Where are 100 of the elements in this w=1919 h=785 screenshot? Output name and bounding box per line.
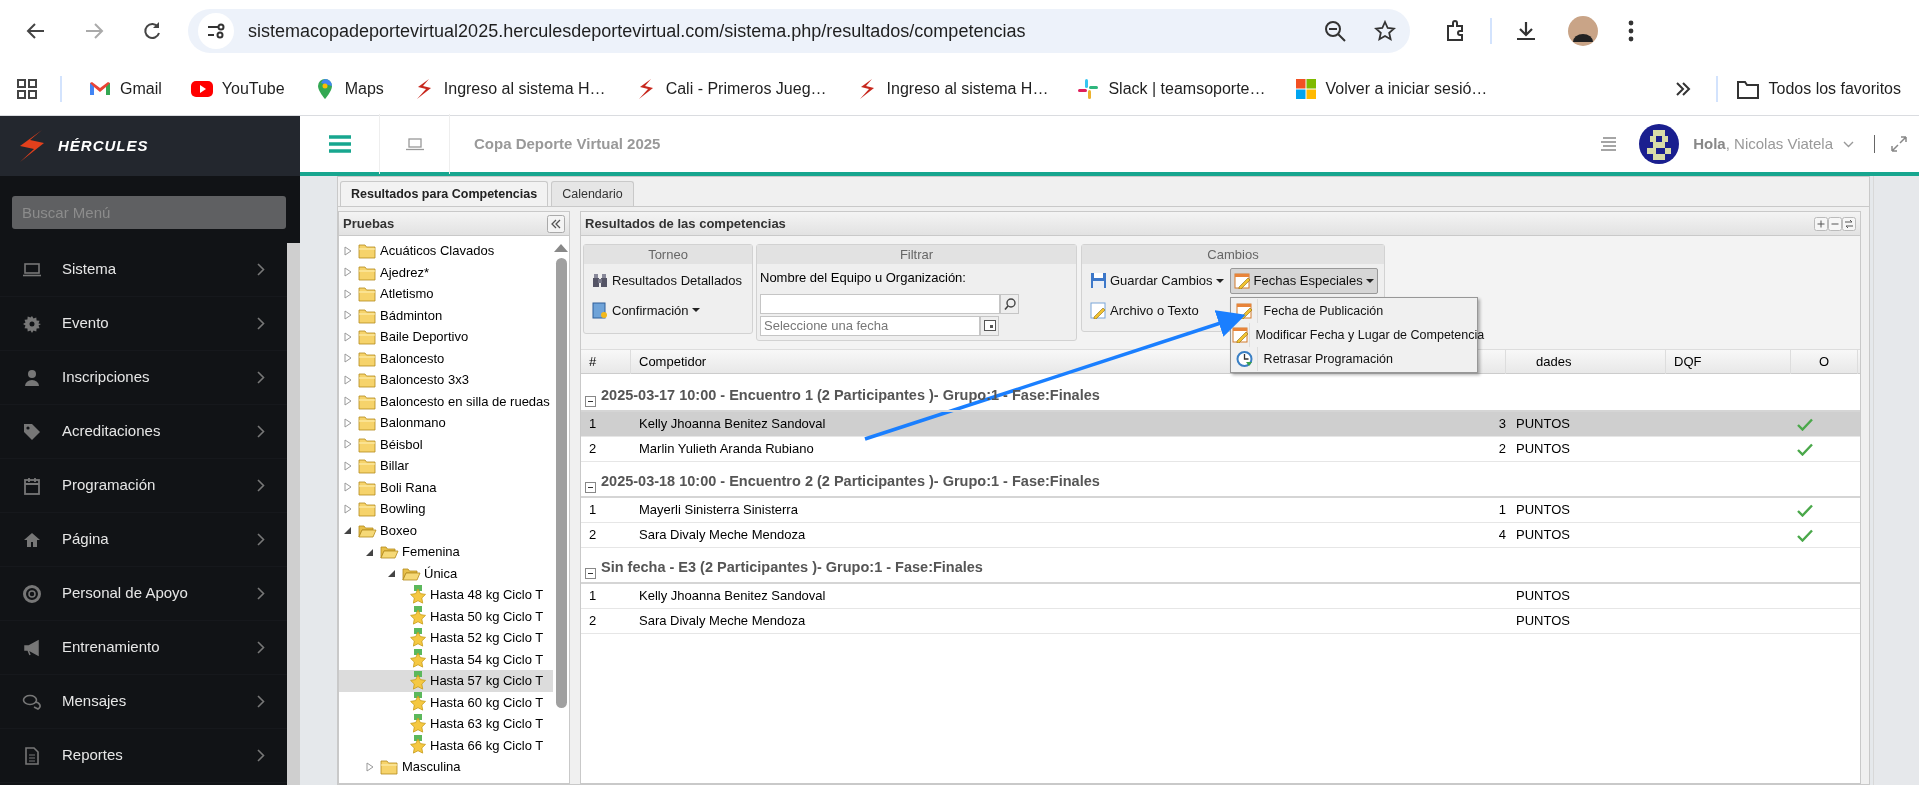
menu-item[interactable]: Fecha de Publicación <box>1263 298 1476 323</box>
menu-item[interactable]: Acreditaciones <box>0 405 287 459</box>
tree-item[interactable]: Hasta 54 kg Ciclo T <box>339 648 553 670</box>
collapse-box-icon[interactable] <box>585 482 596 493</box>
star-icon[interactable] <box>1374 20 1396 42</box>
scrollbar[interactable] <box>287 243 300 785</box>
chevron-right-icon <box>257 479 265 492</box>
folder-icon <box>358 263 377 281</box>
bookmark-link[interactable]: Gmail <box>88 76 162 101</box>
table-row[interactable]: 2 Sara Divaly Meche Mendoza PUNTOS <box>581 609 1860 634</box>
tree-item[interactable]: Baloncesto 3x3 <box>339 369 553 391</box>
date-field[interactable]: Seleccione una fecha <box>760 315 980 336</box>
scroll-up-icon[interactable] <box>554 244 568 252</box>
reload-icon[interactable] <box>142 21 162 41</box>
bookmark-link[interactable]: Maps <box>312 76 384 101</box>
column-header[interactable]: dades <box>1506 350 1666 374</box>
menu-item[interactable]: Modificar Fecha y Lugar de Competencia <box>1255 322 1485 347</box>
user-greeting[interactable]: Hola, Nicolas Viatela <box>1693 132 1833 156</box>
toolbar-button[interactable]: Confirmación <box>588 297 704 323</box>
tree-item[interactable]: Baloncesto en silla de ruedas <box>339 390 553 412</box>
group-header[interactable]: 2025-03-18 10:00 - Encuentro 2 (2 Participantes )- Grupo:1 - Fase:Finales <box>581 470 1860 498</box>
toolbar-button[interactable]: Archivo o Texto <box>1086 297 1203 323</box>
toolbar-button[interactable]: Guardar Cambios <box>1086 268 1228 294</box>
bookmark-link[interactable]: Ingreso al sistema H… <box>854 76 1049 101</box>
toolbar-button[interactable]: Fechas Especiales <box>1229 268 1378 294</box>
table-row[interactable]: 1 Mayerli Sinisterra Sinisterra 1 PUNTOS <box>581 498 1860 523</box>
table-row[interactable]: 2 Marlin Yulieth Aranda Rubiano 2 PUNTOS <box>581 437 1860 462</box>
expand-icon[interactable] <box>1891 136 1907 152</box>
bookmark-link[interactable]: Todos los favoritos <box>1736 76 1901 101</box>
tree-item[interactable]: Bádminton <box>339 304 553 326</box>
apps-grid-icon[interactable] <box>16 77 38 100</box>
site-settings-icon[interactable] <box>198 13 234 49</box>
triangle-icon[interactable] <box>343 525 353 536</box>
calendar-button[interactable] <box>980 315 999 336</box>
tab[interactable]: Resultados para Competencias <box>340 181 549 206</box>
list-icon[interactable] <box>1601 137 1618 151</box>
tree-item[interactable]: Baloncesto <box>339 347 553 369</box>
laptop-icon[interactable] <box>405 137 424 151</box>
table-cell-text: PUNTOS <box>1515 612 1571 631</box>
toolbar-button[interactable]: Resultados Detallados <box>588 268 747 294</box>
double-chevron-icon[interactable] <box>1674 79 1693 98</box>
bookmark-link[interactable]: Volver a iniciar sesió… <box>1293 76 1488 101</box>
tree-item[interactable]: Balonmano <box>339 412 553 434</box>
bookmark-link[interactable]: Ingreso al sistema H… <box>411 76 606 101</box>
input-field[interactable] <box>760 293 1000 314</box>
tree-item[interactable]: Ajedrez* <box>339 261 553 283</box>
tree-item[interactable]: Masculina <box>339 756 553 778</box>
tree-item[interactable]: Baile Deportivo <box>339 326 553 348</box>
zoom-out-icon[interactable] <box>1324 20 1346 42</box>
folder-icon <box>358 242 377 260</box>
table-row[interactable]: 1 Kelly Jhoanna Benitez Sandoval PUNTOS <box>581 584 1860 609</box>
bookmark-link[interactable]: Slack | teamsoporte… <box>1076 76 1266 101</box>
refresh-icon[interactable] <box>1842 216 1856 231</box>
column-header[interactable]: O <box>1791 350 1858 374</box>
menu-item[interactable]: Personal de Apoyo <box>0 567 287 621</box>
table-row[interactable]: 1 Kelly Jhoanna Benitez Sandoval 3 PUNTOS <box>581 412 1860 437</box>
tree-item[interactable]: Hasta 50 kg Ciclo T <box>339 605 553 627</box>
bookmark-link[interactable]: YouTube <box>189 76 285 101</box>
collapse-box-icon[interactable] <box>585 396 596 407</box>
address-bar[interactable]: sistemacopadeportevirtual2025.herculesdeportevirtual.com/sistema.php/resultados/competencias <box>188 9 1410 53</box>
medal-star-icon <box>409 606 427 627</box>
back-icon[interactable] <box>26 21 46 41</box>
tree-item[interactable]: Hasta 60 kg Ciclo T <box>339 691 553 713</box>
plus-icon[interactable] <box>1814 216 1828 231</box>
column-header[interactable]: DQF <box>1666 350 1791 374</box>
avatar-icon[interactable] <box>1639 124 1680 164</box>
tree-item[interactable]: Hasta 52 kg Ciclo T <box>339 627 553 649</box>
tree-item[interactable]: Bowling <box>339 498 553 520</box>
tree-item[interactable]: Boli Rana <box>339 476 553 498</box>
menu-icon[interactable] <box>1628 20 1634 42</box>
table-cell-text: PUNTOS <box>1515 587 1571 606</box>
tree-item[interactable]: Hasta 63 kg Ciclo T <box>339 713 553 735</box>
tree-item[interactable]: Acuáticos Clavados <box>339 240 553 262</box>
chevron-down-icon[interactable] <box>1843 140 1854 148</box>
forward-icon[interactable] <box>84 21 104 41</box>
tree-item[interactable]: Béisbol <box>339 433 553 455</box>
minus-icon[interactable] <box>1828 216 1842 231</box>
tree-item[interactable]: Billar <box>339 455 553 477</box>
tree-item[interactable]: Femenina <box>339 541 553 563</box>
table-row[interactable]: 2 Sara Divaly Meche Mendoza 4 PUNTOS <box>581 523 1860 548</box>
tree-item[interactable]: Boxeo <box>339 519 553 541</box>
tab[interactable]: Calendario <box>551 181 634 206</box>
column-header[interactable]: # <box>581 350 631 374</box>
search-button[interactable] <box>1000 293 1019 314</box>
tree-item[interactable]: Única <box>339 562 553 584</box>
scrollbar-thumb[interactable] <box>555 258 567 708</box>
avatar-icon[interactable] <box>1568 16 1598 46</box>
tree-item[interactable]: Hasta 66 kg Ciclo T <box>339 734 553 756</box>
table-cell-text: 3 <box>1497 415 1506 434</box>
folder-icon <box>358 457 377 475</box>
group-header[interactable]: Sin fecha - E3 (2 Participantes )- Grupo:1 - Fase:Finales <box>581 556 1860 584</box>
bookmark-link[interactable]: Cali - Primeros Jueg… <box>633 76 827 101</box>
lifebuoy-icon <box>22 583 42 604</box>
download-icon[interactable] <box>1514 19 1538 43</box>
tree-item[interactable]: Hasta 57 kg Ciclo T <box>339 670 553 692</box>
tree-item[interactable]: Atletismo <box>339 283 553 305</box>
tree-item[interactable]: Hasta 48 kg Ciclo T <box>339 584 553 606</box>
triangle-icon[interactable] <box>387 568 397 579</box>
collapse-icon[interactable] <box>547 214 565 233</box>
collapse-box-icon[interactable] <box>585 568 596 579</box>
